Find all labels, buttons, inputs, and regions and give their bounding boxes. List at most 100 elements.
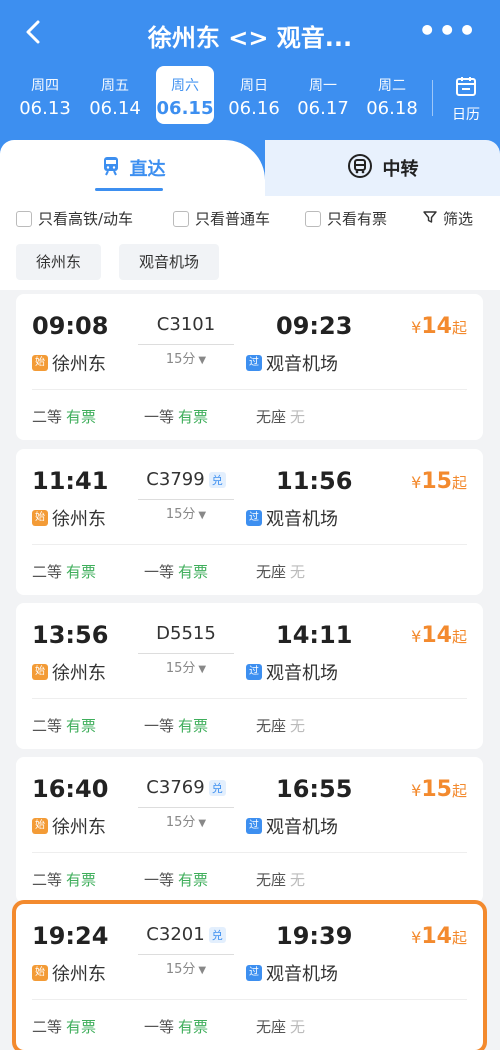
start-badge: 始 xyxy=(32,965,48,981)
calendar-label: 日历 xyxy=(452,107,480,123)
date-item[interactable]: 周四 06.13 xyxy=(16,66,74,124)
train-line-divider xyxy=(138,653,234,654)
seat-name: 二等 xyxy=(32,717,63,735)
train-card[interactable]: 11:41 C3799 兑 15分 ▼ 11:56 ¥15起 始徐州东 过观音机场 … xyxy=(16,449,483,595)
seat-status: 有票 xyxy=(178,563,209,581)
route-type-tabs: 中转 直达 xyxy=(0,140,500,196)
price-value: 15 xyxy=(421,777,452,802)
filter-high-speed-only[interactable]: 只看高铁/动车 xyxy=(16,208,133,229)
divider xyxy=(32,698,467,699)
train-line-divider xyxy=(138,807,234,808)
station-name: 观音机场 xyxy=(266,964,338,985)
more-dots-icon[interactable]: ••• xyxy=(418,14,478,47)
station-name: 徐州东 xyxy=(52,663,106,684)
seat-status: 有票 xyxy=(178,408,209,426)
checkbox[interactable] xyxy=(173,210,189,227)
departure-station: 始徐州东 xyxy=(32,350,106,376)
duration-text: 15分 xyxy=(165,352,196,367)
seat-status: 有票 xyxy=(66,408,97,426)
station-chip-arrival[interactable]: 观音机场 xyxy=(119,244,220,280)
seat-first-class: 一等 有票 xyxy=(144,869,208,890)
seat-status: 有票 xyxy=(66,1018,97,1036)
seat-name: 无座 xyxy=(256,717,287,735)
seat-name: 一等 xyxy=(144,871,175,889)
duration[interactable]: 15分 ▼ xyxy=(138,657,234,676)
seat-name: 一等 xyxy=(144,1018,175,1036)
filter-button[interactable]: 筛选 xyxy=(423,208,473,229)
train-number-text: C3201 xyxy=(146,924,205,945)
price: ¥15起 xyxy=(411,469,467,494)
exchange-tag: 兑 xyxy=(208,472,226,488)
station-name: 观音机场 xyxy=(266,354,338,375)
seat-availability: 二等 有票 一等 有票 无座无 xyxy=(32,1016,467,1036)
seat-name: 一等 xyxy=(144,717,175,735)
duration[interactable]: 15分 ▼ xyxy=(138,811,234,830)
seat-name: 二等 xyxy=(32,563,63,581)
station-name: 徐州东 xyxy=(52,354,106,375)
date-value: 06.18 xyxy=(366,98,418,119)
duration-text: 15分 xyxy=(165,815,196,830)
seat-name: 二等 xyxy=(32,408,63,426)
caret-down-icon: ▼ xyxy=(198,965,207,976)
duration[interactable]: 15分 ▼ xyxy=(138,503,234,522)
checkbox[interactable] xyxy=(305,210,321,227)
seat-status: 无 xyxy=(290,563,306,581)
seat-first-class: 一等 有票 xyxy=(144,406,208,427)
seat-availability: 二等 有票 一等 有票 无座无 xyxy=(32,561,467,581)
seat-second-class: 二等 有票 xyxy=(32,869,96,890)
caret-down-icon: ▼ xyxy=(198,818,207,829)
date-item[interactable]: 周日 06.16 xyxy=(225,66,283,124)
divider xyxy=(32,999,467,1000)
seat-status: 有票 xyxy=(178,871,209,889)
price-suffix: 起 xyxy=(451,782,467,800)
price-symbol: ¥ xyxy=(411,473,422,492)
seat-name: 无座 xyxy=(256,563,287,581)
pass-badge: 过 xyxy=(246,818,262,834)
start-badge: 始 xyxy=(32,818,48,834)
seat-standing: 无座无 xyxy=(256,715,305,736)
train-number-text: D5515 xyxy=(156,623,216,644)
seat-availability: 二等 有票 一等 有票 无座无 xyxy=(32,869,467,889)
date-item[interactable]: 周二 06.18 xyxy=(363,66,421,124)
arrival-station: 过观音机场 xyxy=(246,960,338,986)
seat-name: 一等 xyxy=(144,563,175,581)
train-card[interactable]: 13:56 D5515 15分 ▼ 14:11 ¥14起 始徐州东 过观音机场 二… xyxy=(16,603,483,749)
date-item[interactable]: 周一 06.17 xyxy=(294,66,352,124)
seat-second-class: 二等 有票 xyxy=(32,1016,96,1037)
train-number-text: C3799 xyxy=(146,469,205,490)
date-selector: 周四 06.13 周五 06.14 周六 06.15 周日 06.16 周一 0… xyxy=(0,66,500,128)
caret-down-icon: ▼ xyxy=(198,355,207,366)
checkbox[interactable] xyxy=(16,210,32,227)
calendar-button[interactable]: 日历 xyxy=(440,74,492,124)
price: ¥14起 xyxy=(411,623,467,648)
train-card[interactable]: 16:40 C3769 兑 15分 ▼ 16:55 ¥15起 始徐州东 过观音机场 … xyxy=(16,757,483,903)
date-item-selected[interactable]: 周六 06.15 xyxy=(156,66,214,124)
duration[interactable]: 15分 ▼ xyxy=(138,958,234,977)
departure-station: 始徐州东 xyxy=(32,659,106,685)
seat-first-class: 一等 有票 xyxy=(144,1016,208,1037)
train-card[interactable]: 09:08 C3101 15分 ▼ 09:23 ¥14起 始徐州东 过观音机场 二… xyxy=(16,294,483,440)
seat-first-class: 一等 有票 xyxy=(144,561,208,582)
tab-transfer[interactable]: 中转 xyxy=(265,140,500,196)
price-suffix: 起 xyxy=(451,628,467,646)
station-chip-departure[interactable]: 徐州东 xyxy=(16,244,102,280)
filter-regular-only[interactable]: 只看普通车 xyxy=(173,208,270,229)
departure-time: 11:41 xyxy=(32,467,109,495)
seat-standing: 无座无 xyxy=(256,561,305,582)
train-card-highlighted[interactable]: 19:24 C3201 兑 15分 ▼ 19:39 ¥14起 始徐州东 过观音机场 … xyxy=(12,900,487,1050)
seat-availability: 二等 有票 一等 有票 无座无 xyxy=(32,406,467,426)
train-line-divider xyxy=(138,344,234,345)
filter-panel: 只看高铁/动车 只看普通车 只看有票 筛选 徐州东 观音机场 xyxy=(0,196,500,290)
divider xyxy=(32,389,467,390)
filter-available-only[interactable]: 只看有票 xyxy=(305,208,387,229)
price-symbol: ¥ xyxy=(411,627,422,646)
filter-label: 只看高铁/动车 xyxy=(38,210,134,228)
calendar-icon xyxy=(454,77,478,102)
divider xyxy=(432,80,433,116)
date-item[interactable]: 周五 06.14 xyxy=(86,66,144,124)
price-symbol: ¥ xyxy=(411,318,422,337)
seat-second-class: 二等 有票 xyxy=(32,406,96,427)
arrival-station: 过观音机场 xyxy=(246,505,338,531)
station-name: 观音机场 xyxy=(266,509,338,530)
duration[interactable]: 15分 ▼ xyxy=(138,348,234,367)
